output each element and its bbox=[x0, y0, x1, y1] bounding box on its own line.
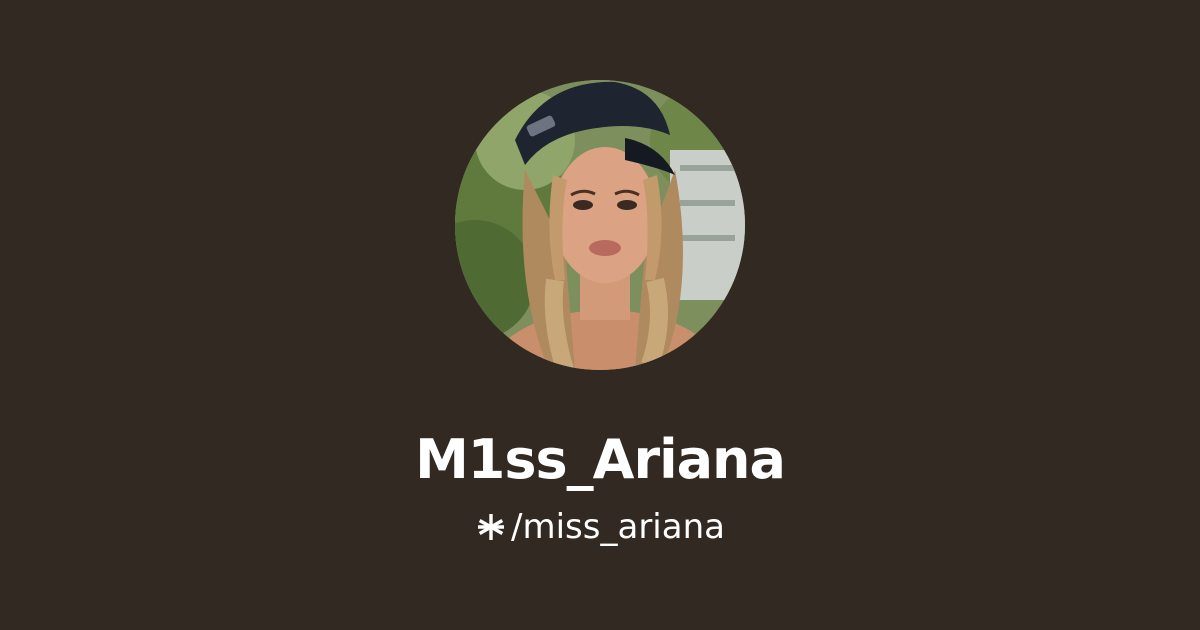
avatar-image bbox=[455, 80, 745, 370]
profile-display-name: M1ss_Ariana bbox=[415, 428, 786, 491]
profile-handle: /miss_ariana bbox=[511, 507, 725, 547]
linktree-asterisk-icon bbox=[475, 511, 507, 543]
profile-card: M1ss_Ariana /miss_ariana bbox=[0, 0, 1200, 630]
profile-avatar[interactable] bbox=[455, 80, 745, 370]
profile-handle-row[interactable]: /miss_ariana bbox=[0, 505, 1200, 549]
